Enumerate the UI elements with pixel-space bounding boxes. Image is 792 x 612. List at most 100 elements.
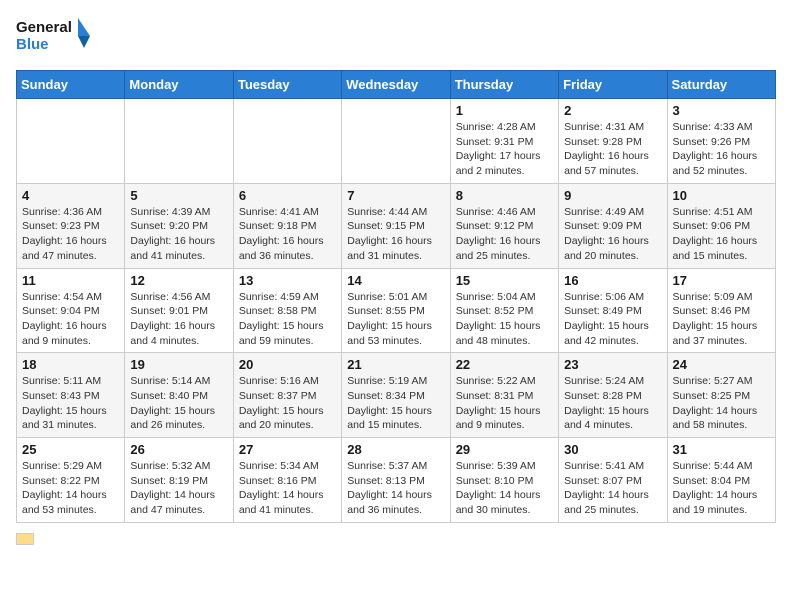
- day-cell: 2 Sunrise: 4:31 AM Sunset: 9:28 PM Daylig…: [559, 99, 667, 184]
- day-number: 1: [456, 103, 553, 118]
- day-info: Sunrise: 5:44 AM Sunset: 8:04 PM Dayligh…: [673, 459, 770, 518]
- day-number: 7: [347, 188, 444, 203]
- day-cell: 21 Sunrise: 5:19 AM Sunset: 8:34 PM Dayli…: [342, 353, 450, 438]
- day-cell: 16Sunrise: 5:06 AM Sunset: 8:49 PM Dayli…: [559, 268, 667, 353]
- day-cell: 6 Sunrise: 4:41 AM Sunset: 9:18 PM Daylig…: [233, 183, 341, 268]
- day-info: Sunrise: 5:01 AM Sunset: 8:55 PM Dayligh…: [347, 290, 444, 349]
- weekday-monday: Monday: [125, 71, 233, 99]
- day-info: Sunrise: 5:19 AM Sunset: 8:34 PM Dayligh…: [347, 374, 444, 433]
- day-cell: 29 Sunrise: 5:39 AM Sunset: 8:10 PM Dayli…: [450, 438, 558, 523]
- day-cell: 27 Sunrise: 5:34 AM Sunset: 8:16 PM Dayli…: [233, 438, 341, 523]
- day-info: Sunrise: 4:56 AM Sunset: 9:01 PM Dayligh…: [130, 290, 227, 349]
- day-number: 23: [564, 357, 661, 372]
- day-number: 26: [130, 442, 227, 457]
- logo-svg: General Blue: [16, 16, 96, 58]
- day-number: 28: [347, 442, 444, 457]
- daylight-icon: [16, 533, 34, 545]
- day-cell: 5Sunrise: 4:39 AM Sunset: 9:20 PM Daylig…: [125, 183, 233, 268]
- weekday-wednesday: Wednesday: [342, 71, 450, 99]
- day-number: 29: [456, 442, 553, 457]
- day-info: Sunrise: 5:37 AM Sunset: 8:13 PM Dayligh…: [347, 459, 444, 518]
- day-info: Sunrise: 5:04 AM Sunset: 8:52 PM Dayligh…: [456, 290, 553, 349]
- day-cell: 18Sunrise: 5:11 AM Sunset: 8:43 PM Dayli…: [17, 353, 125, 438]
- day-number: 17: [673, 273, 770, 288]
- day-info: Sunrise: 5:34 AM Sunset: 8:16 PM Dayligh…: [239, 459, 336, 518]
- day-number: 8: [456, 188, 553, 203]
- day-info: Sunrise: 4:39 AM Sunset: 9:20 PM Dayligh…: [130, 205, 227, 264]
- day-info: Sunrise: 4:33 AM Sunset: 9:26 PM Dayligh…: [673, 120, 770, 179]
- day-info: Sunrise: 4:36 AM Sunset: 9:23 PM Dayligh…: [22, 205, 119, 264]
- day-number: 25: [22, 442, 119, 457]
- day-cell: 1 Sunrise: 4:28 AM Sunset: 9:31 PM Daylig…: [450, 99, 558, 184]
- day-cell: 7 Sunrise: 4:44 AM Sunset: 9:15 PM Daylig…: [342, 183, 450, 268]
- day-cell: 22Sunrise: 5:22 AM Sunset: 8:31 PM Dayli…: [450, 353, 558, 438]
- day-info: Sunrise: 5:39 AM Sunset: 8:10 PM Dayligh…: [456, 459, 553, 518]
- day-cell: 14 Sunrise: 5:01 AM Sunset: 8:55 PM Dayli…: [342, 268, 450, 353]
- day-number: 21: [347, 357, 444, 372]
- day-number: 4: [22, 188, 119, 203]
- day-info: Sunrise: 5:14 AM Sunset: 8:40 PM Dayligh…: [130, 374, 227, 433]
- weekday-sunday: Sunday: [17, 71, 125, 99]
- weekday-saturday: Saturday: [667, 71, 775, 99]
- day-info: Sunrise: 5:11 AM Sunset: 8:43 PM Dayligh…: [22, 374, 119, 433]
- day-info: Sunrise: 4:44 AM Sunset: 9:15 PM Dayligh…: [347, 205, 444, 264]
- day-number: 19: [130, 357, 227, 372]
- day-cell: 4 Sunrise: 4:36 AM Sunset: 9:23 PM Daylig…: [17, 183, 125, 268]
- day-number: 9: [564, 188, 661, 203]
- day-number: 6: [239, 188, 336, 203]
- day-info: Sunrise: 5:06 AM Sunset: 8:49 PM Dayligh…: [564, 290, 661, 349]
- day-number: 11: [22, 273, 119, 288]
- day-number: 22: [456, 357, 553, 372]
- day-info: Sunrise: 4:46 AM Sunset: 9:12 PM Dayligh…: [456, 205, 553, 264]
- day-info: Sunrise: 5:41 AM Sunset: 8:07 PM Dayligh…: [564, 459, 661, 518]
- week-row-5: 25 Sunrise: 5:29 AM Sunset: 8:22 PM Dayli…: [17, 438, 776, 523]
- day-cell: 15 Sunrise: 5:04 AM Sunset: 8:52 PM Dayli…: [450, 268, 558, 353]
- day-info: Sunrise: 5:16 AM Sunset: 8:37 PM Dayligh…: [239, 374, 336, 433]
- day-info: Sunrise: 5:24 AM Sunset: 8:28 PM Dayligh…: [564, 374, 661, 433]
- calendar-table: SundayMondayTuesdayWednesdayThursdayFrid…: [16, 70, 776, 523]
- day-cell: 12 Sunrise: 4:56 AM Sunset: 9:01 PM Dayli…: [125, 268, 233, 353]
- page-header: General Blue: [16, 16, 776, 58]
- day-info: Sunrise: 5:32 AM Sunset: 8:19 PM Dayligh…: [130, 459, 227, 518]
- day-info: Sunrise: 4:28 AM Sunset: 9:31 PM Dayligh…: [456, 120, 553, 179]
- week-row-1: 1 Sunrise: 4:28 AM Sunset: 9:31 PM Daylig…: [17, 99, 776, 184]
- day-cell: 25 Sunrise: 5:29 AM Sunset: 8:22 PM Dayli…: [17, 438, 125, 523]
- day-cell: 17 Sunrise: 5:09 AM Sunset: 8:46 PM Dayli…: [667, 268, 775, 353]
- day-number: 3: [673, 103, 770, 118]
- svg-text:General: General: [16, 19, 72, 36]
- day-cell: 24Sunrise: 5:27 AM Sunset: 8:25 PM Dayli…: [667, 353, 775, 438]
- day-number: 10: [673, 188, 770, 203]
- logo: General Blue: [16, 16, 96, 58]
- week-row-3: 11 Sunrise: 4:54 AM Sunset: 9:04 PM Dayli…: [17, 268, 776, 353]
- day-number: 12: [130, 273, 227, 288]
- day-info: Sunrise: 4:51 AM Sunset: 9:06 PM Dayligh…: [673, 205, 770, 264]
- day-number: 31: [673, 442, 770, 457]
- day-cell: 9 Sunrise: 4:49 AM Sunset: 9:09 PM Daylig…: [559, 183, 667, 268]
- day-info: Sunrise: 5:09 AM Sunset: 8:46 PM Dayligh…: [673, 290, 770, 349]
- day-cell: 3 Sunrise: 4:33 AM Sunset: 9:26 PM Daylig…: [667, 99, 775, 184]
- day-info: Sunrise: 4:31 AM Sunset: 9:28 PM Dayligh…: [564, 120, 661, 179]
- day-cell: 30Sunrise: 5:41 AM Sunset: 8:07 PM Dayli…: [559, 438, 667, 523]
- day-cell: 28 Sunrise: 5:37 AM Sunset: 8:13 PM Dayli…: [342, 438, 450, 523]
- day-number: 15: [456, 273, 553, 288]
- day-info: Sunrise: 4:54 AM Sunset: 9:04 PM Dayligh…: [22, 290, 119, 349]
- day-cell: 26 Sunrise: 5:32 AM Sunset: 8:19 PM Dayli…: [125, 438, 233, 523]
- day-info: Sunrise: 4:41 AM Sunset: 9:18 PM Dayligh…: [239, 205, 336, 264]
- day-cell: 23 Sunrise: 5:24 AM Sunset: 8:28 PM Dayli…: [559, 353, 667, 438]
- day-info: Sunrise: 4:49 AM Sunset: 9:09 PM Dayligh…: [564, 205, 661, 264]
- day-number: 27: [239, 442, 336, 457]
- day-cell: 20Sunrise: 5:16 AM Sunset: 8:37 PM Dayli…: [233, 353, 341, 438]
- weekday-header-row: SundayMondayTuesdayWednesdayThursdayFrid…: [17, 71, 776, 99]
- weekday-thursday: Thursday: [450, 71, 558, 99]
- day-cell: [17, 99, 125, 184]
- day-number: 2: [564, 103, 661, 118]
- footer: [16, 533, 776, 545]
- day-number: 14: [347, 273, 444, 288]
- day-info: Sunrise: 5:29 AM Sunset: 8:22 PM Dayligh…: [22, 459, 119, 518]
- day-info: Sunrise: 5:27 AM Sunset: 8:25 PM Dayligh…: [673, 374, 770, 433]
- day-cell: [233, 99, 341, 184]
- weekday-tuesday: Tuesday: [233, 71, 341, 99]
- day-cell: 19 Sunrise: 5:14 AM Sunset: 8:40 PM Dayli…: [125, 353, 233, 438]
- day-cell: 31 Sunrise: 5:44 AM Sunset: 8:04 PM Dayli…: [667, 438, 775, 523]
- day-cell: 10 Sunrise: 4:51 AM Sunset: 9:06 PM Dayli…: [667, 183, 775, 268]
